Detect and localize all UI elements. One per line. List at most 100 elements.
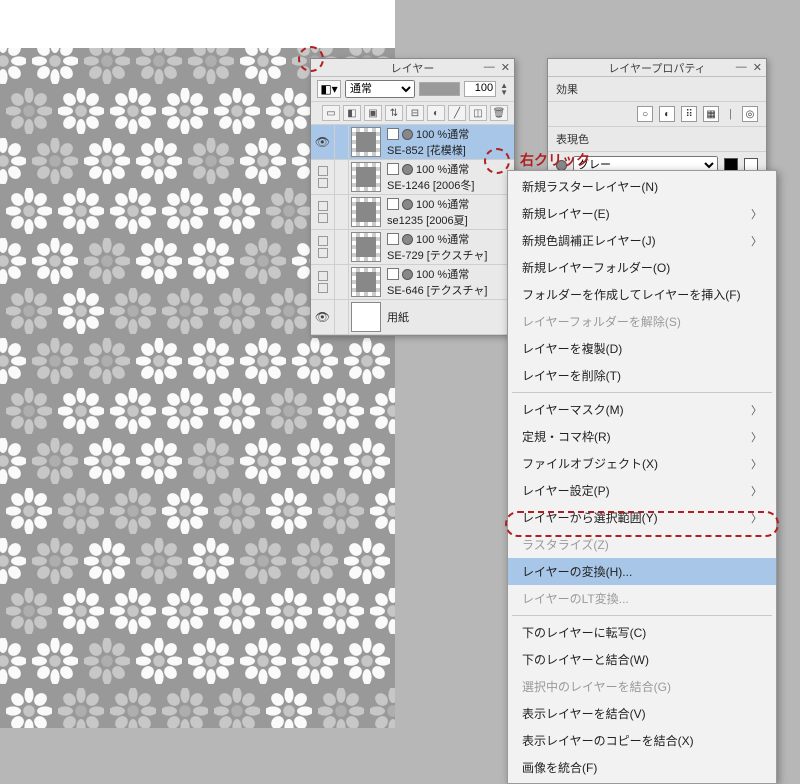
minimize-icon[interactable]: — bbox=[484, 61, 495, 74]
lock-column[interactable] bbox=[335, 230, 349, 264]
close-icon[interactable]: ✕ bbox=[501, 61, 510, 74]
new-vector-icon[interactable]: ◧ bbox=[343, 105, 361, 121]
layer-opacity-text: 100 %通常 bbox=[416, 266, 469, 282]
menu-item[interactable]: 下のレイヤーと結合(W) bbox=[508, 646, 776, 673]
submenu-arrow-icon: 〉 bbox=[751, 510, 762, 526]
visibility-toggle[interactable] bbox=[311, 195, 335, 229]
color-label: 表現色 bbox=[556, 131, 589, 147]
menu-item-label: 選択中のレイヤーを結合(G) bbox=[522, 678, 671, 695]
submenu-arrow-icon: 〉 bbox=[751, 456, 762, 472]
menu-item[interactable]: 表示レイヤーのコピーを結合(X) bbox=[508, 727, 776, 754]
menu-item[interactable]: 新規レイヤー(E)〉 bbox=[508, 200, 776, 227]
layer-opacity-text: 100 %通常 bbox=[416, 196, 469, 212]
lock-column[interactable] bbox=[335, 160, 349, 194]
menu-item[interactable]: 表示レイヤーを結合(V) bbox=[508, 700, 776, 727]
color-circle-icon bbox=[556, 160, 567, 171]
submenu-arrow-icon: 〉 bbox=[751, 429, 762, 445]
blend-mode-select[interactable]: 通常 bbox=[345, 80, 415, 98]
layer-row[interactable]: 👁 100 %通常SE-852 [花模様] bbox=[311, 125, 514, 160]
ruler-icon[interactable]: ╱ bbox=[448, 105, 466, 121]
minimize-icon[interactable]: — bbox=[736, 61, 747, 74]
lock-column[interactable] bbox=[335, 195, 349, 229]
submenu-arrow-icon: 〉 bbox=[751, 233, 762, 249]
transfer-icon[interactable]: ⇅ bbox=[385, 105, 403, 121]
menu-item[interactable]: レイヤーの変換(H)... bbox=[508, 558, 776, 585]
visibility-toggle[interactable]: 👁 bbox=[311, 125, 335, 159]
opacity-value[interactable]: 100 bbox=[464, 81, 496, 97]
grid-effect-icon[interactable]: ⠿ bbox=[681, 106, 697, 122]
menu-item-label: 表示レイヤーを結合(V) bbox=[522, 705, 646, 722]
hidden-box-icon bbox=[318, 248, 328, 258]
hidden-box-icon bbox=[318, 236, 328, 246]
spinner-down-icon[interactable]: ▼ bbox=[500, 89, 508, 96]
new-folder-icon[interactable]: ▣ bbox=[364, 105, 382, 121]
props-panel-title[interactable]: レイヤープロパティ — ✕ bbox=[548, 59, 766, 77]
close-icon[interactable]: ✕ bbox=[753, 61, 762, 74]
delete-layer-icon[interactable]: 🗑 bbox=[490, 105, 508, 121]
menu-item-label: 下のレイヤーに転写(C) bbox=[522, 624, 646, 641]
palette-dropdown-icon[interactable]: ◧▾ bbox=[317, 80, 341, 98]
layer-thumbnail[interactable] bbox=[351, 232, 381, 262]
menu-item[interactable]: ファイルオブジェクト(X)〉 bbox=[508, 450, 776, 477]
layer-thumbnail[interactable] bbox=[351, 162, 381, 192]
menu-item[interactable]: 新規レイヤーフォルダー(O) bbox=[508, 254, 776, 281]
menu-item-label: ラスタライズ(Z) bbox=[522, 536, 609, 553]
layer-thumbnail[interactable] bbox=[351, 127, 381, 157]
submenu-arrow-icon: 〉 bbox=[751, 206, 762, 222]
menu-item[interactable]: 下のレイヤーに転写(C) bbox=[508, 619, 776, 646]
merge-icon[interactable]: ⊟ bbox=[406, 105, 424, 121]
lock-column[interactable] bbox=[335, 125, 349, 159]
menu-separator bbox=[512, 392, 772, 393]
visibility-toggle[interactable] bbox=[311, 160, 335, 194]
menu-item[interactable]: レイヤーから選択範囲(Y)〉 bbox=[508, 504, 776, 531]
layer-row[interactable]: 100 %通常SE-729 [テクスチャ] bbox=[311, 230, 514, 265]
clip-icon[interactable]: ◫ bbox=[469, 105, 487, 121]
menu-item[interactable]: 新規色調補正レイヤー(J)〉 bbox=[508, 227, 776, 254]
extract-line-icon[interactable]: ◎ bbox=[742, 106, 758, 122]
layer-info: 100 %通常SE-1246 [2006冬] bbox=[383, 160, 514, 194]
hidden-box-icon bbox=[318, 178, 328, 188]
map-effect-icon[interactable]: ▦ bbox=[703, 106, 719, 122]
menu-item-label: レイヤーマスク(M) bbox=[522, 401, 624, 418]
layer-row[interactable]: 100 %通常se1235 [2006夏] bbox=[311, 195, 514, 230]
layer-row[interactable]: 100 %通常SE-1246 [2006冬] bbox=[311, 160, 514, 195]
color-mode-icon bbox=[402, 164, 413, 175]
lock-column[interactable] bbox=[335, 265, 349, 299]
menu-item: 選択中のレイヤーを結合(G) bbox=[508, 673, 776, 700]
eye-icon: 👁 bbox=[315, 135, 330, 149]
menu-item: レイヤーフォルダーを解除(S) bbox=[508, 308, 776, 335]
menu-separator bbox=[512, 615, 772, 616]
mask-icon[interactable]: ◐ bbox=[427, 105, 445, 121]
visibility-toggle[interactable]: 👁 bbox=[311, 300, 335, 334]
menu-item[interactable]: レイヤーマスク(M)〉 bbox=[508, 396, 776, 423]
effect-label: 効果 bbox=[556, 81, 578, 97]
layer-type-icon bbox=[387, 233, 399, 245]
layers-panel-title[interactable]: レイヤー — ✕ bbox=[311, 59, 514, 77]
opacity-slider[interactable] bbox=[419, 82, 460, 96]
menu-item[interactable]: レイヤー設定(P)〉 bbox=[508, 477, 776, 504]
menu-item[interactable]: 画像を統合(F) bbox=[508, 754, 776, 781]
border-effect-icon[interactable]: ○ bbox=[637, 106, 653, 122]
menu-item[interactable]: 新規ラスターレイヤー(N) bbox=[508, 173, 776, 200]
lock-column[interactable] bbox=[335, 300, 349, 334]
layer-thumbnail[interactable] bbox=[351, 267, 381, 297]
layer-info: 100 %通常se1235 [2006夏] bbox=[383, 195, 514, 229]
layer-type-icon bbox=[387, 268, 399, 280]
layer-row[interactable]: 👁用紙 bbox=[311, 300, 514, 335]
layer-row[interactable]: 100 %通常SE-646 [テクスチャ] bbox=[311, 265, 514, 300]
menu-item[interactable]: 定規・コマ枠(R)〉 bbox=[508, 423, 776, 450]
visibility-toggle[interactable] bbox=[311, 265, 335, 299]
tone-effect-icon[interactable]: ◐ bbox=[659, 106, 675, 122]
layer-name: se1235 [2006夏] bbox=[387, 212, 514, 228]
hidden-box-icon bbox=[318, 283, 328, 293]
layer-thumbnail[interactable] bbox=[351, 302, 381, 332]
new-raster-icon[interactable]: ▭ bbox=[322, 105, 340, 121]
visibility-toggle[interactable] bbox=[311, 230, 335, 264]
menu-item[interactable]: フォルダーを作成してレイヤーを挿入(F) bbox=[508, 281, 776, 308]
layer-thumbnail[interactable] bbox=[351, 197, 381, 227]
menu-item[interactable]: レイヤーを削除(T) bbox=[508, 362, 776, 389]
color-mode-icon bbox=[402, 234, 413, 245]
menu-item-label: レイヤーのLT変換... bbox=[522, 590, 629, 607]
menu-item[interactable]: レイヤーを複製(D) bbox=[508, 335, 776, 362]
layer-info: 100 %通常SE-852 [花模様] bbox=[383, 125, 514, 159]
